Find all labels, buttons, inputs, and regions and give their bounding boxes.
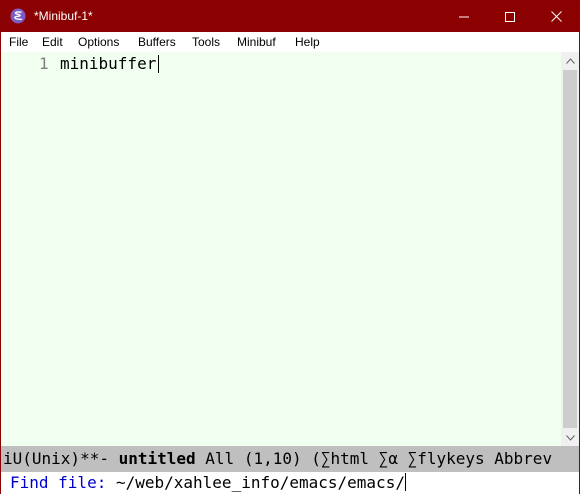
scroll-down-button[interactable] [561, 429, 579, 446]
scroll-thumb[interactable] [563, 70, 577, 428]
menu-minibuf[interactable]: Minibuf [237, 35, 276, 49]
scroll-up-button[interactable] [561, 52, 579, 69]
editor-line[interactable]: minibuffer [60, 54, 156, 73]
emacs-icon[interactable] [10, 8, 26, 24]
minimize-icon [459, 16, 469, 17]
menu-edit[interactable]: Edit [42, 35, 63, 49]
window-title: *Minibuf-1* [34, 9, 93, 23]
menu-file[interactable]: File [9, 35, 28, 49]
title-bar[interactable]: *Minibuf-1* [1, 1, 579, 32]
maximize-button[interactable] [487, 1, 533, 32]
menu-buffers[interactable]: Buffers [138, 35, 176, 49]
menu-options[interactable]: Options [78, 35, 119, 49]
menu-help[interactable]: Help [295, 35, 320, 49]
minibuffer-cursor [404, 473, 406, 491]
editor-area[interactable]: 1 minibuffer [1, 52, 561, 446]
vertical-scrollbar[interactable] [561, 52, 579, 446]
text-cursor [158, 55, 159, 73]
modeline-position: All (1,10) [195, 449, 312, 468]
modeline-prefix: iU(Unix)**- [3, 449, 119, 468]
emacs-window: *Minibuf-1* File Edit Options Buffers To… [0, 0, 580, 494]
modeline-modes: (∑html ∑α ∑flykeys Abbrev [311, 449, 553, 468]
minibuffer-input[interactable]: ~/web/xahlee_info/emacs/emacs/ [116, 473, 405, 492]
chevron-up-icon [565, 57, 575, 64]
menu-tools[interactable]: Tools [192, 35, 220, 49]
line-number: 1 [39, 54, 49, 73]
minibuffer-prompt: Find file: [10, 473, 116, 492]
close-button[interactable] [533, 1, 579, 32]
chevron-down-icon [565, 434, 575, 441]
minimize-button[interactable] [441, 1, 487, 32]
close-icon [550, 11, 562, 22]
minibuffer[interactable]: Find file: ~/web/xahlee_info/emacs/emacs… [1, 472, 579, 494]
mode-line[interactable]: iU(Unix)**- untitled All (1,10) (∑html ∑… [1, 446, 579, 472]
maximize-icon [505, 11, 515, 22]
buffer-name: untitled [118, 449, 196, 468]
menu-bar: File Edit Options Buffers Tools Minibuf … [1, 32, 579, 52]
